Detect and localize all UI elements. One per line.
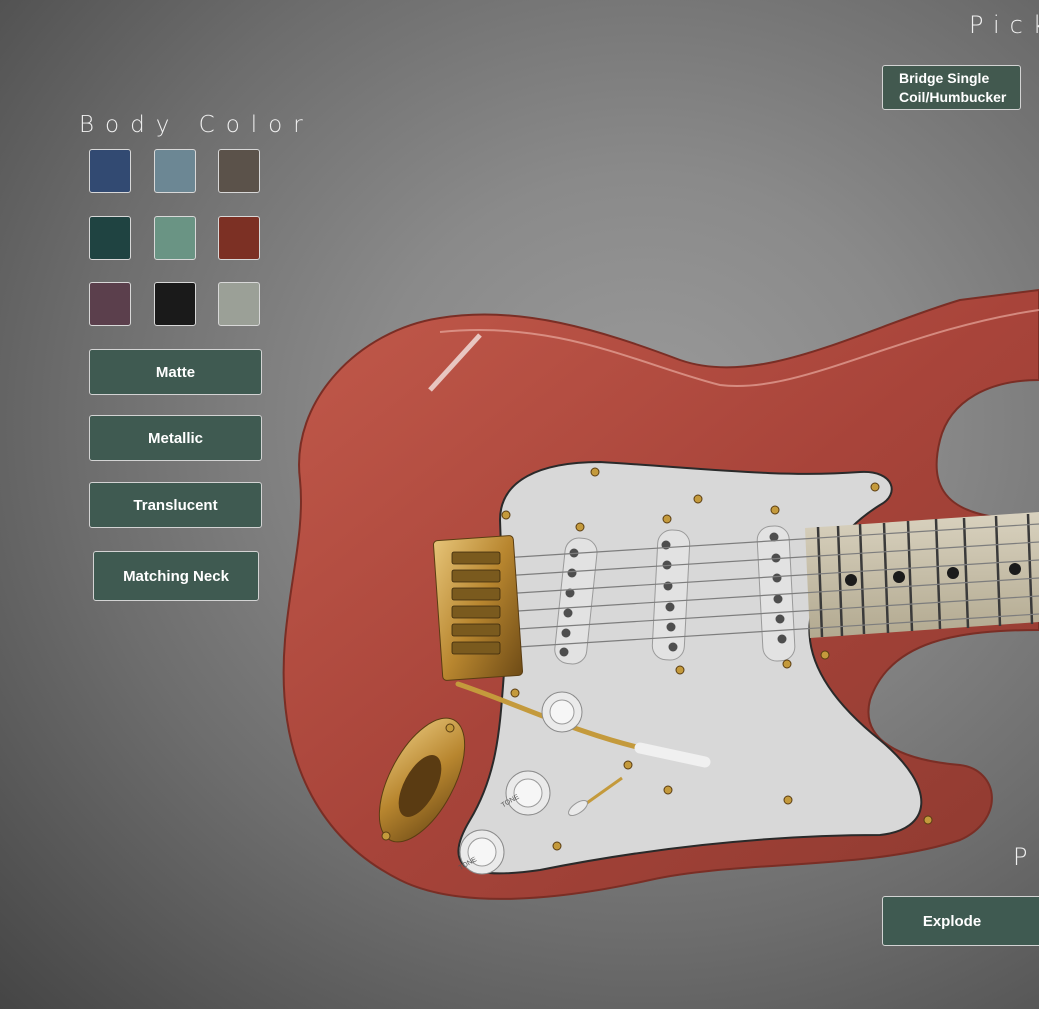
matte-button[interactable]: Matte bbox=[89, 349, 262, 395]
pickups-title: Pick bbox=[969, 11, 1039, 39]
bridge bbox=[432, 535, 524, 681]
bridge-pickup-label-line1: Bridge Single bbox=[899, 69, 990, 86]
parts-title: P bbox=[1013, 843, 1038, 871]
swatch-silver[interactable] bbox=[218, 282, 260, 326]
matching-neck-button[interactable]: Matching Neck bbox=[93, 551, 259, 601]
volume-knob bbox=[541, 691, 583, 733]
bridge-pickup-label-line2: Coil/Humbucker bbox=[899, 88, 1007, 105]
bridge-pickup-button[interactable]: Bridge Single Coil/Humbucker bbox=[882, 65, 1021, 110]
metallic-button[interactable]: Metallic bbox=[89, 415, 262, 461]
swatch-blue[interactable] bbox=[89, 149, 131, 193]
swatch-dark-teal[interactable] bbox=[89, 216, 131, 260]
swatch-red[interactable] bbox=[218, 216, 260, 260]
swatch-plum[interactable] bbox=[89, 282, 131, 326]
swatch-sage[interactable] bbox=[154, 216, 196, 260]
body-color-title: Body Color bbox=[79, 112, 314, 138]
explode-button[interactable]: Explode bbox=[882, 896, 1039, 946]
swatch-slate[interactable] bbox=[154, 149, 196, 193]
swatch-black[interactable] bbox=[154, 282, 196, 326]
swatch-taupe[interactable] bbox=[218, 149, 260, 193]
translucent-button[interactable]: Translucent bbox=[89, 482, 262, 528]
